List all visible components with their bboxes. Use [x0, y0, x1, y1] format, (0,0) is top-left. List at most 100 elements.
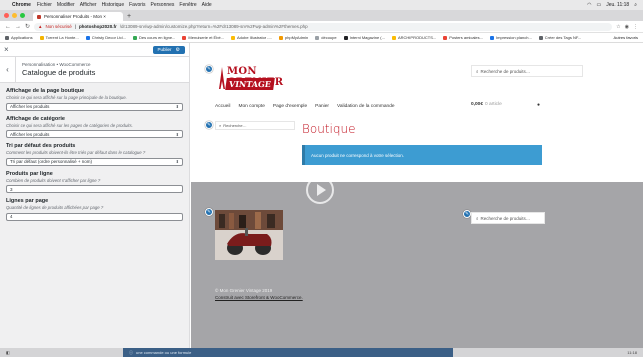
bookmark-item[interactable]: Christy Decor Ltd...	[85, 35, 126, 40]
category-display-select[interactable]: Afficher les produits ⬍	[6, 130, 183, 138]
back-arrow-icon[interactable]: ←	[5, 24, 11, 30]
edit-footer-search-pencil-icon[interactable]: ✎	[463, 210, 471, 218]
star-icon[interactable]: ☆	[616, 24, 620, 30]
customizer-header: × Publier ⚙	[0, 43, 189, 57]
nav-item-accueil[interactable]: Accueil	[215, 104, 230, 109]
bookmarks-bar: Applications Torrent La Honte... Christy D…	[0, 33, 643, 43]
nav-item-mon-compte[interactable]: Mon compte	[238, 104, 264, 109]
menubar-item-afficher[interactable]: Afficher	[80, 2, 97, 8]
menubar-item-fenetre[interactable]: Fenêtre	[179, 2, 196, 8]
search-icon: ⌕	[219, 123, 222, 128]
bookmark-item[interactable]: Torrent La Honte...	[39, 35, 79, 40]
play-overlay-icon[interactable]	[306, 176, 334, 204]
header-product-search[interactable]: ⌕ Recherche de produits…	[471, 65, 583, 77]
section-title: Catalogue de produits	[22, 68, 96, 77]
bookmark-favicon-icon	[85, 35, 90, 40]
cart-icon[interactable]: ●	[537, 102, 540, 108]
nav-item-panier[interactable]: Panier	[315, 104, 329, 109]
bookmark-favicon-icon	[132, 35, 137, 40]
select-value: Afficher les produits	[10, 131, 50, 137]
copyright-text: © Mon Grenier Vintage 2019	[215, 288, 273, 293]
window-controls	[4, 10, 25, 21]
minimize-window-icon[interactable]	[12, 13, 17, 18]
control-description: Quantité de lignes de produits affichées…	[6, 205, 104, 210]
nav-item-page-exemple[interactable]: Page d'exemple	[273, 104, 307, 109]
bookmark-other-folder[interactable]: Autres favoris	[614, 35, 638, 40]
menu-dots-icon[interactable]: ⋮	[633, 24, 638, 30]
new-tab-button[interactable]: +	[127, 12, 131, 21]
bookmark-item[interactable]: ARCHIPRODUCTS...	[391, 35, 436, 40]
browser-tab-active[interactable]: Personnaliser Produits - Mon ×	[33, 12, 123, 21]
bookmark-label: Applications	[11, 35, 33, 40]
bookmark-favicon-icon	[343, 35, 348, 40]
header-cart[interactable]: 0,00€ 0 article	[471, 102, 502, 107]
site-logo[interactable]: MON GRENIER VINTAGE	[215, 65, 299, 93]
bookmark-item[interactable]: Créer des Tags NF...	[538, 35, 582, 40]
default-sorting-select[interactable]: Tri par défaut (ordre personnalisé + nom…	[6, 157, 183, 166]
bookmark-label: Posters amicales...	[449, 35, 483, 40]
menubar-item-modifier[interactable]: Modifier	[57, 2, 75, 8]
bookmark-item[interactable]: Applications	[5, 35, 33, 40]
bookmark-item[interactable]: découpe	[315, 35, 337, 40]
dock-icon[interactable]: ◧	[6, 350, 10, 355]
menubar-app-name[interactable]: Chrome	[12, 2, 31, 8]
bookmark-item[interactable]: Menuiserie et Ébé...	[182, 35, 224, 40]
bookmark-label: Christy Decor Ltd...	[91, 35, 126, 40]
maximize-window-icon[interactable]	[20, 13, 25, 18]
built-with-link[interactable]: Construit avec Storefront & WooCommerce.	[215, 294, 303, 301]
menubar-item-historique[interactable]: Historique	[102, 2, 125, 8]
tab-title: Personnaliser Produits - Mon ×	[44, 14, 106, 19]
bookmark-item[interactable]: Adobe Illustrator -...	[231, 35, 272, 40]
bookmark-label: Créer des Tags NF...	[544, 35, 582, 40]
publish-button[interactable]: Publier ⚙	[152, 45, 185, 54]
section-breadcrumb: Personnalisation • WooCommerce Catalogue…	[16, 62, 95, 77]
menubar-item-personnes[interactable]: Personnes	[151, 2, 175, 8]
extension-icon[interactable]: ◉	[625, 24, 629, 30]
menubar-item-fichier[interactable]: Fichier	[37, 2, 52, 8]
bookmark-item[interactable]: Des cours en ligne...	[132, 35, 175, 40]
bookmark-item[interactable]: phpMyAdmin	[278, 35, 308, 40]
edit-footer-pencil-icon[interactable]: ✎	[205, 208, 213, 216]
nav-item-validation[interactable]: Validation de la commande	[337, 104, 395, 109]
close-window-icon[interactable]	[4, 13, 9, 18]
footer-product-search[interactable]: ⌕ Recherche de produits…	[471, 212, 545, 224]
edit-logo-pencil-icon[interactable]: ✎	[205, 65, 213, 73]
shop-page-display-select[interactable]: Afficher les produits ⬍	[6, 102, 183, 111]
gear-icon[interactable]: ⚙	[176, 47, 180, 53]
menubar-status: ◠ ▭ Jeu. 11:18 ⌕	[587, 2, 637, 8]
bookmark-item[interactable]: Impression planch...	[490, 35, 532, 40]
menubar-clock[interactable]: Jeu. 11:18	[606, 2, 629, 8]
footer-image-vespa	[215, 210, 283, 260]
logo-text-line2: VINTAGE	[225, 78, 275, 90]
url-host: photoshop2020.fr	[78, 24, 117, 29]
spotlight-icon[interactable]: ⌕	[634, 2, 637, 8]
bookmark-item[interactable]: Posters amicales...	[443, 35, 483, 40]
forward-arrow-icon[interactable]: →	[15, 24, 21, 30]
control-description: Choisir ce qui sera affiché sur les page…	[6, 122, 133, 128]
select-value: Tri par défaut (ordre personnalisé + nom…	[10, 159, 92, 164]
menubar-item-favoris[interactable]: Favoris	[129, 2, 145, 8]
bookmark-label: Adobe Illustrator -...	[237, 35, 272, 40]
bookmark-favicon-icon	[315, 35, 320, 40]
browser-tabbar: Personnaliser Produits - Mon × +	[0, 10, 643, 21]
sidebar-search-widget[interactable]: ⌕ Recherche…	[215, 121, 295, 130]
products-per-row-input[interactable]: 3	[6, 185, 183, 193]
address-bar[interactable]: ▲ Non sécurisé | photoshop2020.fr /dr130…	[34, 22, 613, 31]
menubar-item-aide[interactable]: Aide	[202, 2, 212, 8]
bookmark-favicon-icon	[443, 35, 448, 40]
page-title: Boutique	[302, 122, 356, 136]
edit-widget-pencil-icon[interactable]: ✎	[205, 121, 213, 129]
control-label: Lignes par page	[6, 198, 49, 204]
close-customizer-icon[interactable]: ×	[4, 45, 9, 54]
back-chevron-icon[interactable]: ‹	[0, 56, 16, 83]
bookmark-label: Menuiserie et Ébé...	[188, 35, 224, 40]
battery-icon[interactable]: ▭	[596, 2, 601, 8]
customizer-sidebar: × Publier ⚙ ‹ Personnalisation • WooComm…	[0, 43, 190, 348]
reload-icon[interactable]: ↻	[25, 23, 30, 30]
bookmark-item[interactable]: Interni Magazine (...	[343, 35, 385, 40]
bookmark-label: découpe	[321, 35, 337, 40]
wifi-icon[interactable]: ◠	[587, 2, 591, 8]
site-preview: ✎ MON GRENIER VINTAGE ⌕ Recherche de pro…	[191, 43, 643, 348]
rows-per-page-input[interactable]: 4	[6, 212, 183, 221]
control-description: Choisir ce qui sera affiché sur la page …	[6, 95, 127, 100]
